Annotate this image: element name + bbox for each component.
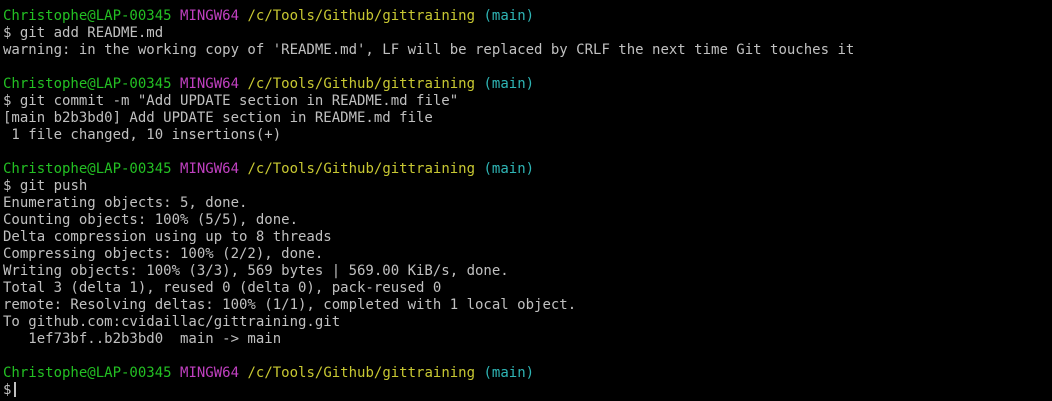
prompt-line: Christophe@LAP-00345 MINGW64 /c/Tools/Gi… [3,365,1052,382]
active-input-line[interactable]: $ [3,382,1052,399]
prompt-symbol: $ [3,25,12,41]
command-line: $ git commit -m "Add UPDATE section in R… [3,93,1052,110]
prompt-user-host: Christophe@LAP-00345 [3,76,172,92]
prompt-branch: (main) [483,161,535,177]
output-line: 1 file changed, 10 insertions(+) [3,127,282,143]
output-line: warning: in the working copy of 'README.… [3,42,855,58]
prompt-branch: (main) [483,76,535,92]
prompt-shell: MINGW64 [180,161,240,177]
command-text: git commit -m "Add UPDATE section in REA… [19,93,459,109]
command-line: $ git add README.md [3,25,1052,42]
prompt-shell: MINGW64 [180,8,240,24]
prompt-line: Christophe@LAP-00345 MINGW64 /c/Tools/Gi… [3,8,1052,25]
prompt-shell: MINGW64 [180,76,240,92]
output-line: Compressing objects: 100% (2/2), done. [3,246,324,262]
command-text: git add README.md [19,25,164,41]
output-line: remote: Resolving deltas: 100% (1/1), co… [3,297,577,313]
output-line: 1ef73bf..b2b3bd0 main -> main [3,331,282,347]
prompt-user-host: Christophe@LAP-00345 [3,161,172,177]
output-line: Delta compression using up to 8 threads [3,229,332,245]
output-line: To github.com:cvidaillac/gittraining.git [3,314,341,330]
prompt-branch: (main) [483,365,535,381]
prompt-path: /c/Tools/Github/gittraining [247,161,476,177]
output-line: Enumerating objects: 5, done. [3,195,248,211]
prompt-symbol: $ [3,93,12,109]
prompt-shell: MINGW64 [180,365,240,381]
prompt-line: Christophe@LAP-00345 MINGW64 /c/Tools/Gi… [3,76,1052,93]
command-text: git push [19,178,88,194]
terminal-window[interactable]: Christophe@LAP-00345 MINGW64 /c/Tools/Gi… [0,0,1052,401]
output-line: Total 3 (delta 1), reused 0 (delta 0), p… [3,280,442,296]
prompt-path: /c/Tools/Github/gittraining [247,76,476,92]
output-line: Counting objects: 100% (5/5), done. [3,212,299,228]
prompt-branch: (main) [483,8,535,24]
command-line: $ git push [3,178,1052,195]
prompt-path: /c/Tools/Github/gittraining [247,365,476,381]
prompt-path: /c/Tools/Github/gittraining [247,8,476,24]
prompt-symbol: $ [3,178,12,194]
prompt-symbol: $ [3,382,12,398]
prompt-user-host: Christophe@LAP-00345 [3,8,172,24]
output-line: Writing objects: 100% (3/3), 569 bytes |… [3,263,509,279]
prompt-user-host: Christophe@LAP-00345 [3,365,172,381]
output-line: [main b2b3bd0] Add UPDATE section in REA… [3,110,433,126]
text-cursor[interactable] [14,382,17,397]
prompt-line: Christophe@LAP-00345 MINGW64 /c/Tools/Gi… [3,161,1052,178]
